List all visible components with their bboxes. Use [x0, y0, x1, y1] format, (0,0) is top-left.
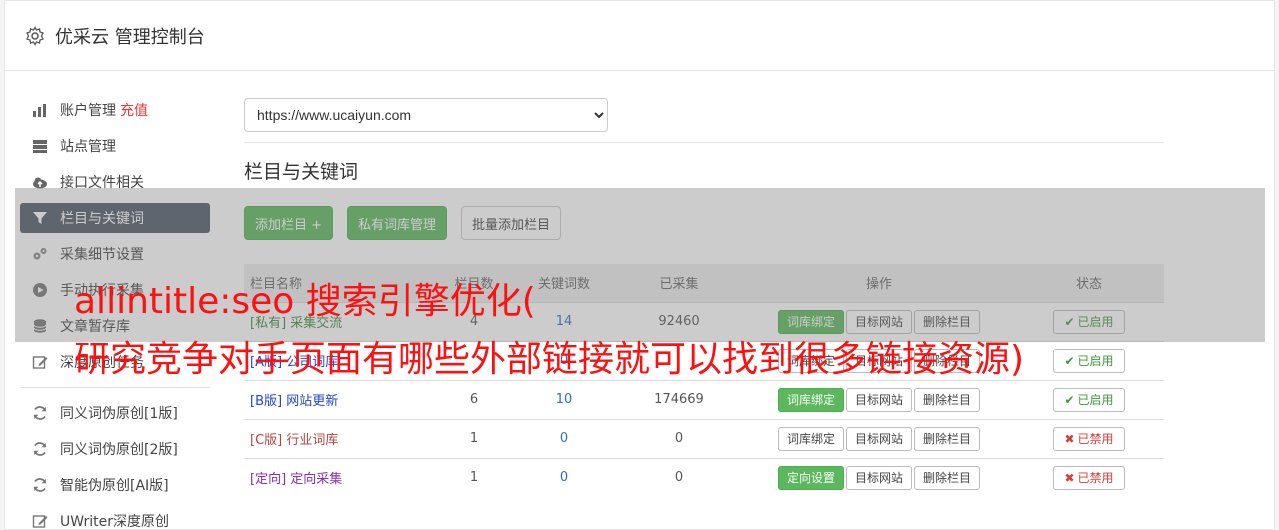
sidebar-item-0[interactable]: 账户管理 充值 — [20, 95, 210, 125]
collected-count: 0 — [614, 457, 744, 497]
bind-lexicon-button[interactable]: 词库绑定 — [777, 387, 844, 412]
status-cell: ✔ 已启用 — [1014, 340, 1164, 380]
overlay-text-line-1: allintitle:seo 搜索引擎优化( — [74, 281, 536, 322]
bar-chart-icon — [33, 104, 46, 117]
column-name-cell: [定向] 定向采集 — [244, 457, 434, 497]
status-label: 已禁用 — [1077, 471, 1114, 486]
refresh-icon — [33, 406, 47, 420]
server-icon — [33, 140, 47, 153]
status-label: 已禁用 — [1077, 432, 1114, 446]
column-tag: [定向] — [250, 472, 287, 488]
divider — [244, 142, 1164, 143]
column-name[interactable]: 网站更新 — [286, 394, 338, 409]
sidebar-item-label: 同义词伪原创[1版] — [60, 406, 178, 422]
sidebar-tool-0[interactable]: 同义词伪原创[1版] — [20, 398, 210, 428]
sidebar-tool-2[interactable]: 智能伪原创[AI版] — [20, 470, 210, 500]
collected-count: 174669 — [614, 379, 744, 419]
status-label: 已启用 — [1077, 393, 1114, 407]
refresh-icon — [33, 478, 47, 492]
column-name[interactable]: 行业词库 — [286, 433, 338, 448]
check-icon: ✔ — [1064, 353, 1075, 368]
column-count: 1 — [434, 418, 514, 458]
x-icon: ✖ — [1064, 431, 1075, 446]
column-name-cell: [C版] 行业词库 — [244, 418, 434, 458]
overlay-text-line-2: 研究竞争对手页面有哪些外部链接就可以找到很多链接资源) — [74, 339, 1025, 380]
status-toggle[interactable]: ✖ 已禁用 — [1053, 465, 1125, 490]
site-select[interactable]: https://www.ucaiyun.com — [244, 98, 608, 132]
column-tag: [C版] — [250, 433, 283, 448]
column-name-cell: [B版] 网站更新 — [244, 379, 434, 419]
sidebar-item-1[interactable]: 站点管理 — [20, 131, 210, 161]
refresh-icon — [33, 442, 47, 456]
status-toggle[interactable]: ✖ 已禁用 — [1053, 426, 1125, 451]
table-row: [C版] 行业词库 1 0 0 词库绑定 目标网站 删除栏目 ✖ 已禁用 — [244, 418, 1164, 458]
delete-column-button[interactable]: 删除栏目 — [914, 387, 981, 412]
sidebar-tool-3[interactable]: UWriter深度原创 — [20, 506, 210, 530]
status-cell: ✖ 已禁用 — [1014, 457, 1164, 497]
sidebar-divider — [20, 387, 210, 388]
target-site-button[interactable]: 目标网站 — [845, 387, 912, 412]
sidebar-item-label: 站点管理 — [60, 139, 116, 155]
column-count: 6 — [434, 379, 514, 419]
delete-column-button[interactable]: 删除栏目 — [914, 426, 981, 451]
sidebar-item-label: 账户管理 — [60, 103, 116, 119]
column-count: 1 — [434, 457, 514, 497]
recharge-link[interactable]: 充值 — [120, 100, 148, 120]
table-row: [定向] 定向采集 1 0 0 定向设置 目标网站 删除栏目 ✖ 已禁用 — [244, 457, 1164, 497]
x-icon: ✖ — [1064, 470, 1075, 485]
status-toggle[interactable]: ✔ 已启用 — [1053, 387, 1125, 412]
collected-count: 0 — [614, 418, 744, 458]
sidebar-item-label: 同义词伪原创[2版] — [60, 442, 178, 458]
gear-icon — [26, 25, 44, 46]
actions-cell: 词库绑定 目标网站 删除栏目 — [744, 418, 1014, 458]
keyword-count: 0 — [514, 457, 614, 497]
bind-lexicon-button[interactable]: 定向设置 — [777, 465, 844, 490]
sidebar-tool-1[interactable]: 同义词伪原创[2版] — [20, 434, 210, 464]
target-site-button[interactable]: 目标网站 — [845, 465, 912, 490]
sidebar-item-label: 智能伪原创[AI版] — [60, 478, 169, 494]
keyword-count: 0 — [514, 418, 614, 458]
status-toggle[interactable]: ✔ 已启用 — [1053, 348, 1125, 373]
check-icon: ✔ — [1064, 392, 1075, 407]
bind-lexicon-button[interactable]: 词库绑定 — [777, 426, 844, 451]
status-cell: ✔ 已启用 — [1014, 379, 1164, 419]
status-cell: ✖ 已禁用 — [1014, 418, 1164, 458]
column-tag: [B版] — [250, 394, 283, 409]
target-site-button[interactable]: 目标网站 — [845, 426, 912, 451]
edit-icon — [32, 356, 48, 369]
status-label: 已启用 — [1077, 354, 1114, 368]
section-title: 栏目与关键词 — [244, 161, 359, 183]
top-bar: 优采云 管理控制台 — [5, 1, 1274, 71]
app-title: 优采云 管理控制台 — [55, 26, 205, 48]
keyword-count: 10 — [514, 379, 614, 419]
delete-column-button[interactable]: 删除栏目 — [914, 465, 981, 490]
edit-icon — [32, 515, 48, 528]
sidebar-item-label: UWriter深度原创 — [60, 514, 169, 530]
table-row: [B版] 网站更新 6 10 174669 词库绑定 目标网站 删除栏目 ✔ 已启用 — [244, 379, 1164, 419]
column-name[interactable]: 定向采集 — [290, 472, 342, 487]
actions-cell: 定向设置 目标网站 删除栏目 — [744, 457, 1014, 497]
actions-cell: 词库绑定 目标网站 删除栏目 — [744, 379, 1014, 419]
